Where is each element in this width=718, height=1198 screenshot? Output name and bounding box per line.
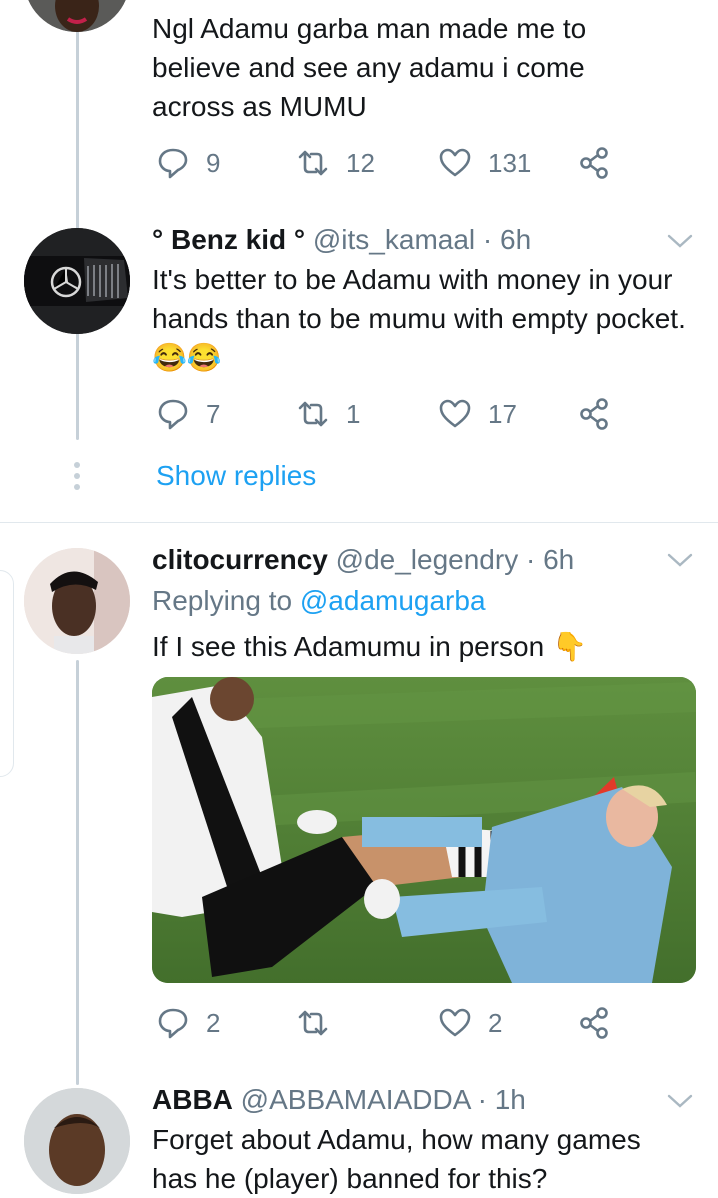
display-name[interactable]: clitocurrency <box>152 544 328 575</box>
like-button[interactable]: 17 <box>438 397 517 431</box>
heart-icon <box>439 399 471 428</box>
avatar[interactable] <box>24 0 130 32</box>
tweet-header: ° Benz kid ° @its_kamaal · 6h <box>152 223 531 257</box>
retweet-icon <box>298 1010 328 1036</box>
show-replies-link[interactable]: Show replies <box>156 459 316 493</box>
reply-count: 2 <box>206 1007 221 1038</box>
retweet-icon <box>298 401 328 427</box>
share-button[interactable] <box>578 146 628 180</box>
reply-button[interactable]: 9 <box>156 146 220 180</box>
heart-icon <box>439 148 471 177</box>
replying-to-handle[interactable]: @adamugarba <box>300 585 486 616</box>
retweet-icon <box>298 150 328 176</box>
tweet-media-image[interactable] <box>152 677 696 983</box>
like-count: 131 <box>488 147 532 178</box>
tweet-text: Ngl Adamu garba man made me to believe a… <box>152 13 587 122</box>
retweet-button[interactable]: 1 <box>296 397 360 431</box>
display-name[interactable]: ABBA <box>152 1084 233 1115</box>
like-button[interactable]: 2 <box>438 1006 502 1040</box>
reply-button[interactable]: 7 <box>156 397 220 431</box>
tweet-text: It's better to be Adamu with money in yo… <box>152 264 686 373</box>
share-icon <box>580 1007 608 1039</box>
share-button[interactable] <box>578 397 628 431</box>
share-icon <box>580 147 608 179</box>
timestamp: · 1h <box>477 1084 526 1115</box>
share-icon <box>580 398 608 430</box>
tweet-header: ABBA @ABBAMAIADDA · 1h <box>152 1083 526 1117</box>
reply-count: 7 <box>206 398 221 429</box>
tweet-header: clitocurrency @de_legendry · 6h <box>152 543 574 577</box>
thread-dots <box>74 462 81 492</box>
reply-count: 9 <box>206 147 221 178</box>
tweet-text: If I see this Adamumu in person 👇 <box>152 631 587 662</box>
replying-to: Replying to @adamugarba <box>152 584 486 618</box>
timestamp: · 6h <box>525 544 575 575</box>
display-name[interactable]: ° Benz kid ° <box>152 224 305 255</box>
like-count: 2 <box>488 1007 503 1038</box>
like-button[interactable]: 131 <box>438 146 531 180</box>
avatar[interactable] <box>24 228 130 334</box>
like-count: 17 <box>488 398 517 429</box>
avatar[interactable] <box>24 1088 130 1194</box>
user-handle[interactable]: @its_kamaal <box>313 224 475 255</box>
tweet-text: Forget about Adamu, how many games has h… <box>152 1124 641 1194</box>
avatar[interactable] <box>24 548 130 654</box>
chevron-down-icon[interactable] <box>667 1093 693 1109</box>
reply-button[interactable]: 2 <box>156 1006 220 1040</box>
user-handle[interactable]: @de_legendry <box>336 544 519 575</box>
heart-icon <box>439 1008 471 1037</box>
replying-prefix: Replying to <box>152 585 293 616</box>
chevron-down-icon[interactable] <box>667 552 693 568</box>
divider <box>0 522 718 523</box>
chevron-down-icon[interactable] <box>667 233 693 249</box>
thread-line-bottom <box>76 660 79 1085</box>
thread-line-top <box>76 0 79 440</box>
user-handle[interactable]: @ABBAMAIADDA <box>241 1084 470 1115</box>
side-panel-edge <box>0 570 14 777</box>
retweet-button[interactable]: 12 <box>296 146 375 180</box>
share-button[interactable] <box>578 1006 628 1040</box>
reply-icon <box>158 399 188 430</box>
reply-icon <box>158 148 188 179</box>
retweet-count: 12 <box>346 147 375 178</box>
retweet-button[interactable] <box>296 1006 346 1040</box>
timestamp: · 6h <box>482 224 532 255</box>
reply-icon <box>158 1008 188 1039</box>
retweet-count: 1 <box>346 398 361 429</box>
